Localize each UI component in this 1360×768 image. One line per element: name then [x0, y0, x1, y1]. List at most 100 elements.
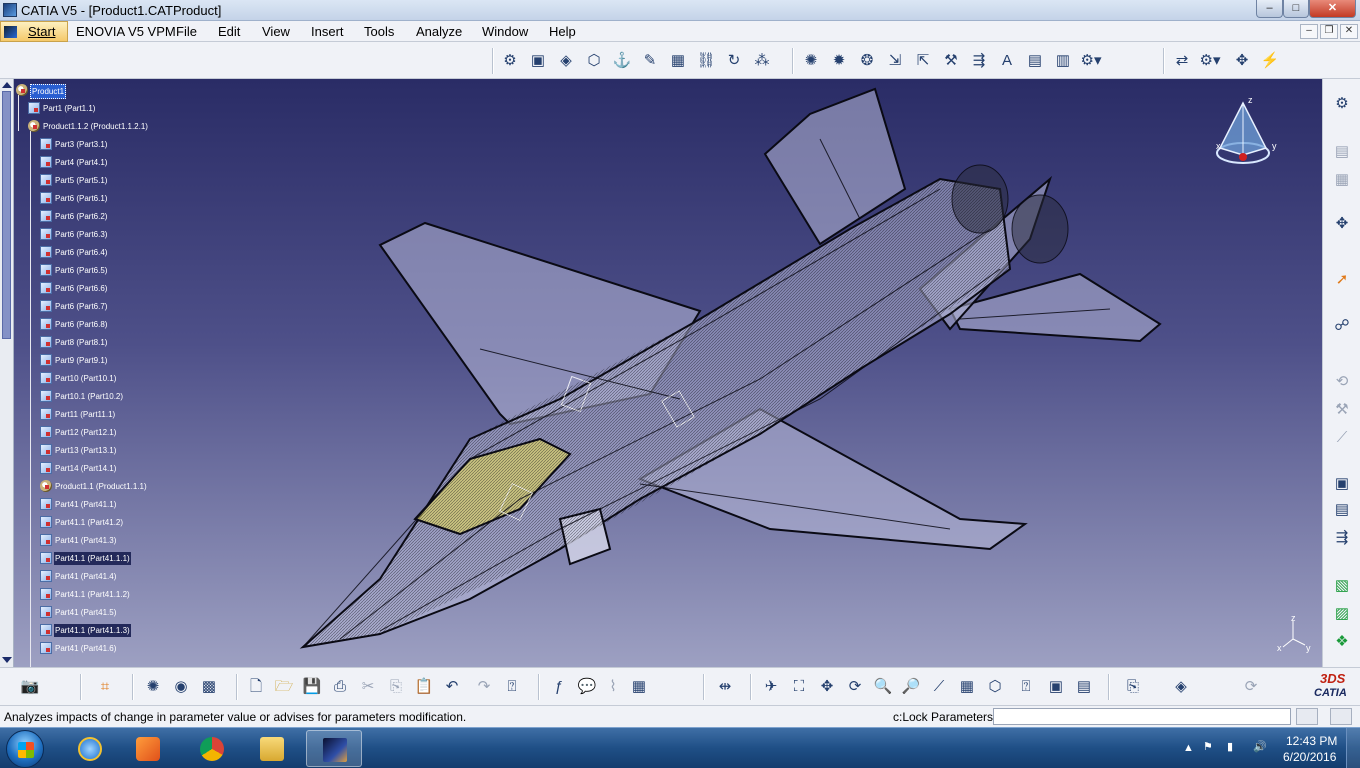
taskbar-explorer[interactable] [244, 730, 300, 767]
apply-customization-icon[interactable]: ⎘ [1122, 676, 1144, 698]
power-input-field[interactable] [993, 708, 1291, 725]
hide-show-icon[interactable]: ▣ [1045, 676, 1067, 698]
formula-icon[interactable]: ƒ [548, 676, 570, 698]
fix-icon[interactable]: ⇱ [912, 50, 934, 72]
clock-date[interactable]: 6/20/2016 [1283, 750, 1336, 764]
zoom-out-icon[interactable]: 🔎 [900, 676, 922, 698]
contact-icon[interactable]: ✹ [828, 50, 850, 72]
whats-this-icon[interactable]: ⍰ [501, 676, 523, 698]
normal-view-icon[interactable]: ⟋ [928, 676, 950, 698]
windows-start-button[interactable] [6, 730, 44, 768]
reuse-pattern-icon[interactable]: ▥ [1052, 50, 1074, 72]
reorder-icon[interactable]: ❖ [1331, 631, 1353, 653]
bill-of-material-icon[interactable]: ▤ [1331, 499, 1353, 521]
stop-manipulate-icon[interactable]: ⚡ [1259, 50, 1281, 72]
new-part-icon[interactable]: ◈ [555, 50, 577, 72]
compass[interactable]: z x y [1210, 93, 1280, 173]
fix-together-icon[interactable]: ⚒ [940, 50, 962, 72]
multi-instantiation-icon[interactable]: ⁂ [751, 50, 773, 72]
copy-icon[interactable]: ⎘ [385, 676, 407, 698]
insert-component-icon[interactable]: ⚙ [499, 50, 521, 72]
change-constraint-icon[interactable]: ▤ [1024, 50, 1046, 72]
selective-load-icon[interactable]: ⛓ [695, 50, 717, 72]
design-table-icon[interactable]: ⌇ [602, 676, 624, 698]
print-icon[interactable]: ⎙ [329, 676, 351, 698]
menu-insert[interactable]: Insert [311, 24, 344, 39]
render-style-icon[interactable]: ✺ [142, 676, 164, 698]
manage-representations-icon[interactable]: ↻ [723, 50, 745, 72]
clash-icon[interactable]: ☍ [1331, 315, 1353, 337]
existing-component-icon[interactable]: ⬡ [583, 50, 605, 72]
quick-constraint-icon[interactable]: ⇶ [968, 50, 990, 72]
paste-icon[interactable]: 📋 [413, 676, 435, 698]
constraint-icon[interactable]: ⌗ [94, 676, 116, 698]
redo-icon[interactable]: ↷ [473, 676, 495, 698]
minimize-button[interactable]: – [1256, 0, 1283, 18]
save-icon[interactable]: 💾 [301, 676, 323, 698]
graph-tree-icon[interactable]: ✎ [639, 50, 661, 72]
replace-component-icon[interactable]: ⚓ [611, 50, 633, 72]
catalog-browser-icon[interactable]: ▧ [1331, 575, 1353, 597]
volume-icon[interactable]: 🔊 [1253, 740, 1267, 753]
sketcher-icon[interactable]: ⚙ [1331, 93, 1353, 115]
menu-tools[interactable]: Tools [364, 24, 394, 39]
scene-icon[interactable]: ✥ [1331, 213, 1353, 235]
menu-edit[interactable]: Edit [218, 24, 240, 39]
flexible-rigid-icon[interactable]: A [996, 50, 1018, 72]
show-desktop-button[interactable] [1346, 728, 1360, 768]
new-icon[interactable]: 🗋 [245, 676, 267, 698]
undo-icon[interactable]: ↶ [441, 676, 463, 698]
material-icon[interactable]: ◉ [170, 676, 192, 698]
reuse-pattern-dropdown-icon[interactable]: ⚙▾ [1080, 50, 1102, 72]
sectioning-icon[interactable]: ⟲ [1331, 371, 1353, 393]
menu-view[interactable]: View [262, 24, 290, 39]
rotate-icon[interactable]: ⟳ [844, 676, 866, 698]
zoom-in-icon[interactable]: 🔍 [872, 676, 894, 698]
annotation-view-icon[interactable]: ▦ [1331, 169, 1353, 191]
isometric-view-icon[interactable]: ⬡ [984, 676, 1006, 698]
taskbar-catia[interactable] [306, 730, 362, 767]
taskbar-chrome[interactable] [184, 730, 240, 767]
measure-between-icon[interactable]: ⟋ [1331, 427, 1353, 449]
catalog-icon[interactable]: ⇹ [714, 676, 736, 698]
maximize-button[interactable]: □ [1283, 0, 1309, 18]
taskbar-ie[interactable] [62, 730, 118, 767]
catia-app-icon[interactable] [3, 3, 17, 17]
menu-analyze[interactable]: Analyze [416, 24, 462, 39]
apply-material-icon[interactable]: ▩ [198, 676, 220, 698]
capture-icon[interactable]: 📷 [19, 676, 41, 698]
grid-command-button[interactable] [1330, 708, 1352, 725]
distance-band-icon[interactable]: ⚒ [1331, 399, 1353, 421]
menu-window[interactable]: Window [482, 24, 528, 39]
clock-time[interactable]: 12:43 PM [1286, 734, 1337, 748]
generate-numbering-icon[interactable]: ▦ [667, 50, 689, 72]
mdi-minimize-button[interactable]: – [1300, 24, 1318, 39]
snap-icon[interactable]: ⚙▾ [1199, 50, 1221, 72]
open-icon[interactable]: 🗁 [273, 676, 295, 698]
close-button[interactable]: ✕ [1309, 0, 1356, 18]
offset-icon[interactable]: ❂ [856, 50, 878, 72]
coincidence-icon[interactable]: ✺ [800, 50, 822, 72]
shading-icon[interactable]: ⍰ [1015, 676, 1037, 698]
fly-mode-icon[interactable]: ✈ [760, 676, 782, 698]
angle-icon[interactable]: ⇲ [884, 50, 906, 72]
new-product-icon[interactable]: ▣ [527, 50, 549, 72]
cut-icon[interactable]: ✂ [357, 676, 379, 698]
multi-view-icon[interactable]: ▦ [956, 676, 978, 698]
scenes-icon[interactable]: ⇶ [1331, 527, 1353, 549]
taskbar-media-player[interactable] [120, 730, 176, 767]
measure-item-icon[interactable]: ▣ [1331, 473, 1353, 495]
3d-viewport[interactable]: Product1 Part1 (Part1.1) Product1.1.2 (P… [0, 79, 1322, 667]
manipulate-icon[interactable]: ⇄ [1171, 50, 1193, 72]
menu-start[interactable]: Start [0, 21, 68, 42]
menu-enovia[interactable]: ENOVIA V5 VPM [76, 24, 176, 39]
save-management-icon[interactable]: ▨ [1331, 603, 1353, 625]
fit-all-icon[interactable]: ⛶ [788, 676, 810, 698]
explode-icon[interactable]: ✥ [1231, 50, 1253, 72]
menu-file[interactable]: File [176, 24, 197, 39]
comment-icon[interactable]: 💬 [576, 676, 598, 698]
swap-visible-icon[interactable]: ▤ [1073, 676, 1095, 698]
update-icon[interactable]: ◈ [1170, 676, 1192, 698]
table-icon[interactable]: ▦ [628, 676, 650, 698]
scroll-down-icon[interactable] [2, 657, 12, 663]
